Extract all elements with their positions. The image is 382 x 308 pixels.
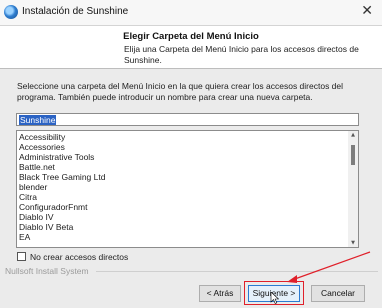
annotation-arrow-icon — [287, 251, 371, 283]
mouse-cursor-icon — [270, 292, 279, 304]
